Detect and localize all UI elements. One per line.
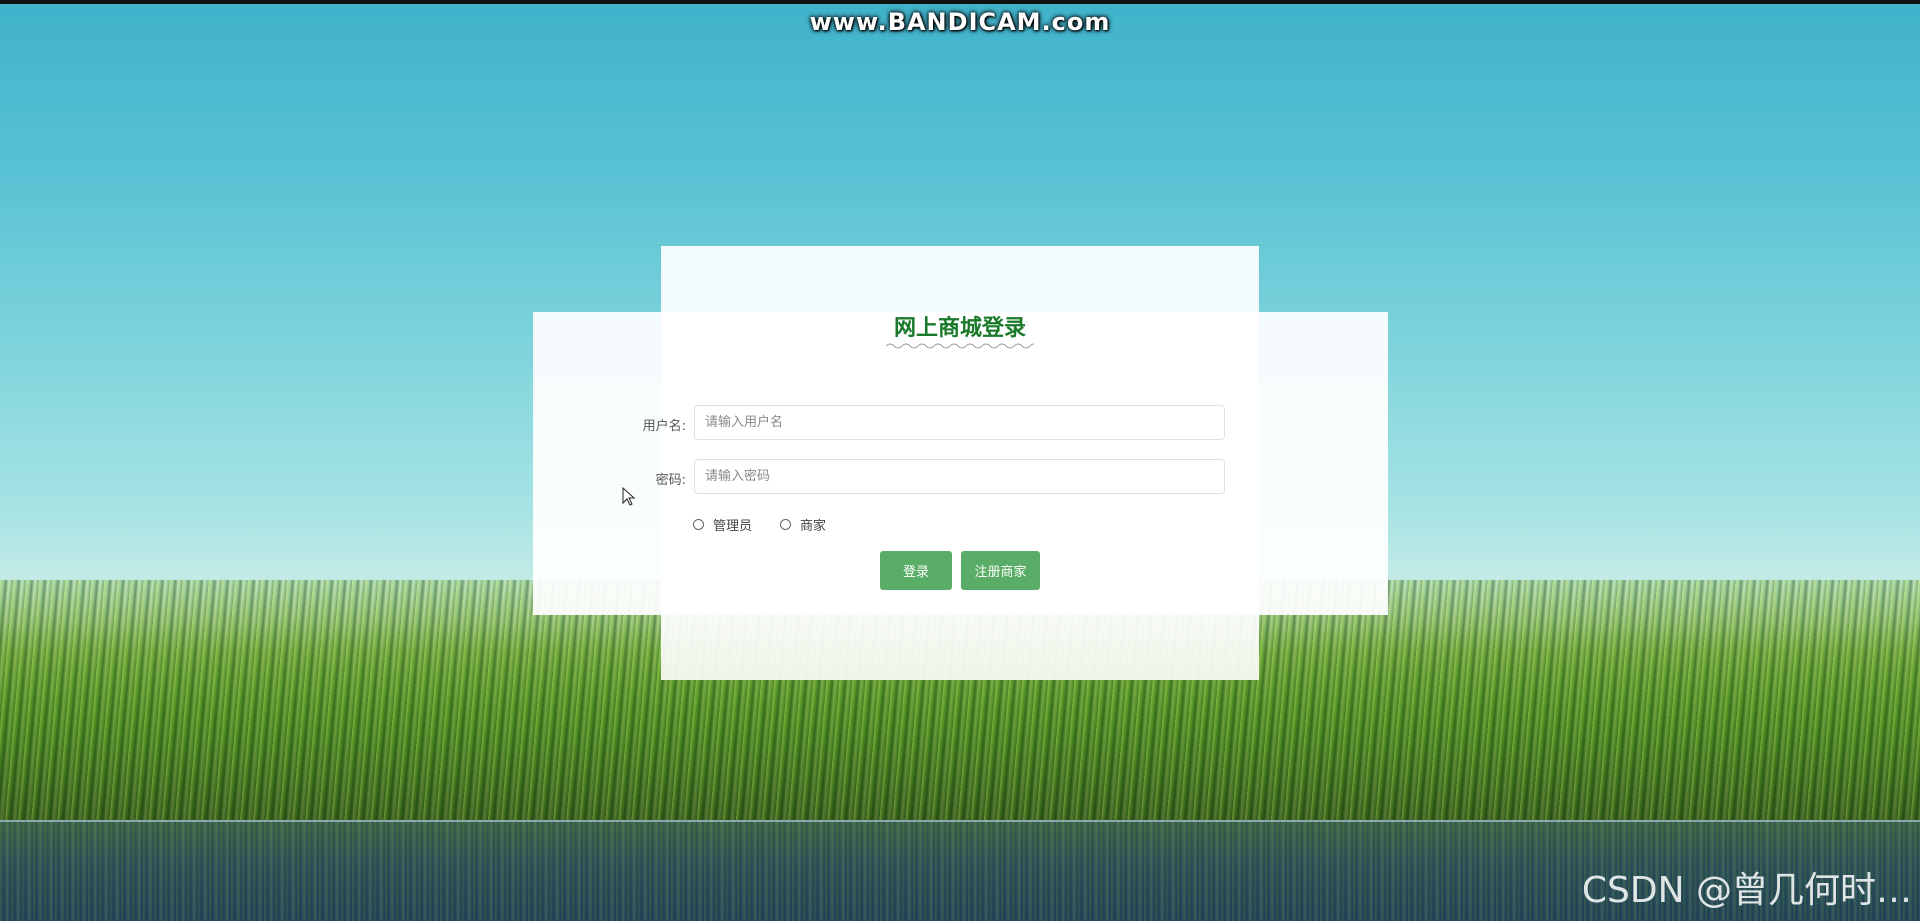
- role-label-admin: 管理员: [713, 518, 753, 534]
- password-input[interactable]: [694, 459, 1225, 494]
- register-merchant-button[interactable]: 注册商家: [961, 551, 1040, 590]
- csdn-watermark: CSDN @曾几何时…: [1581, 870, 1912, 911]
- login-button[interactable]: 登录: [880, 551, 952, 590]
- wavy-underline-icon: [886, 343, 1034, 349]
- role-label-merchant: 商家: [800, 518, 827, 534]
- login-title: 网上商城登录: [893, 316, 1026, 341]
- radio-circle-icon[interactable]: [693, 518, 704, 530]
- top-edge-bar: [0, 0, 1920, 4]
- username-label: 用户名:: [642, 419, 686, 434]
- password-label: 密码:: [655, 473, 686, 488]
- recorder-watermark: www.BANDICAM.com: [809, 8, 1111, 36]
- radio-circle-icon[interactable]: [780, 518, 792, 530]
- role-option-admin[interactable]: 管理员: [693, 515, 752, 534]
- mouse-pointer-icon: [622, 487, 636, 506]
- login-screen: www.BANDICAM.com 网上商城登录 用户名: 密码: 管理员 商家 …: [0, 0, 1920, 921]
- username-input[interactable]: [694, 405, 1225, 440]
- role-option-merchant[interactable]: 商家: [780, 515, 826, 534]
- role-radio-group: 管理员 商家: [693, 515, 850, 534]
